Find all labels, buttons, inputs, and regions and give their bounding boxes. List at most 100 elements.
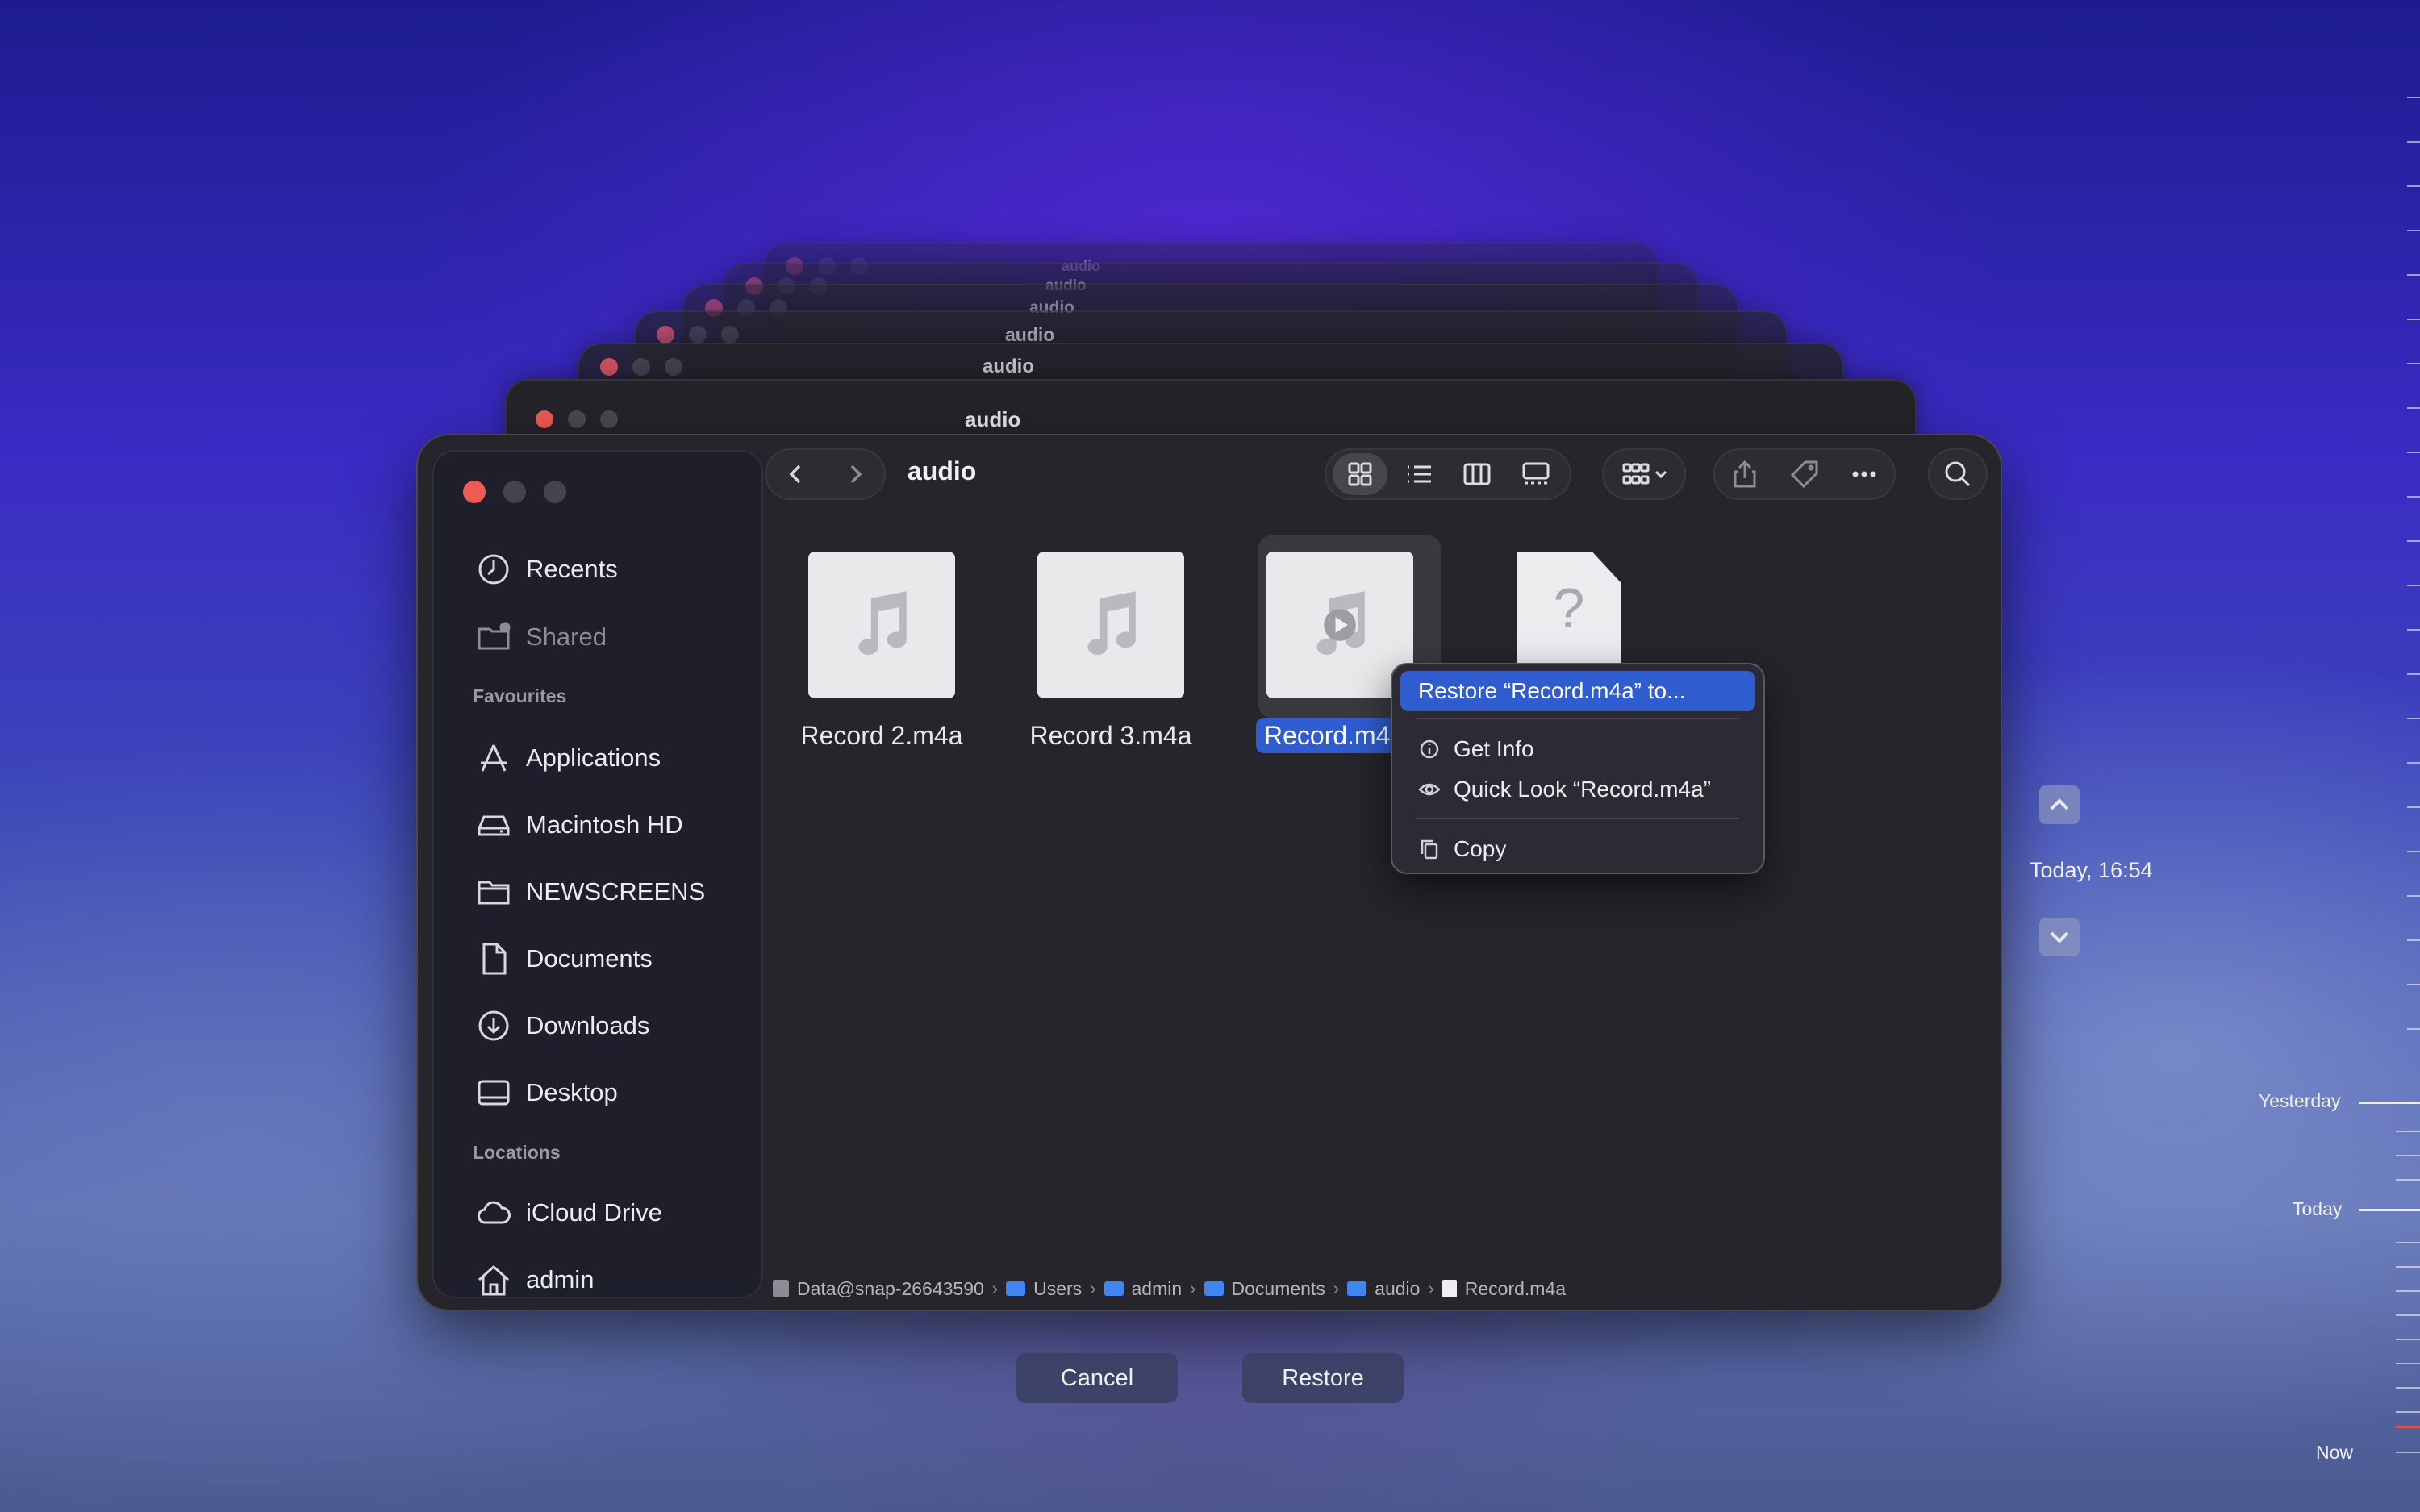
sidebar-item-documents[interactable]: Documents [476, 935, 653, 983]
timeline-tick [2396, 1411, 2420, 1413]
menu-item-label: Quick Look “Record.m4a” [1454, 777, 1712, 802]
path-bar: Data@snap-26643590 › Users › admin › Doc… [773, 1276, 1566, 1302]
list-view-button[interactable] [1392, 453, 1446, 495]
context-menu: Restore “Record.m4a” to... Get Info Quic… [1391, 663, 1765, 874]
tag-icon [1790, 460, 1818, 489]
timeline-tick [2396, 1314, 2420, 1316]
column-view-button[interactable] [1450, 453, 1504, 495]
minimize-button[interactable] [503, 481, 526, 503]
window-controls [463, 481, 566, 503]
finder-window: Recents Shared Favourites Applications M… [416, 434, 2002, 1311]
window-title: audio [908, 456, 977, 485]
hard-drive-icon [478, 815, 510, 836]
timeline-tick [2407, 762, 2420, 764]
favourites-header: Favourites [473, 685, 567, 706]
menu-separator [1417, 718, 1739, 719]
timeline-tick [2396, 1242, 2420, 1243]
chevron-right-icon: › [1333, 1278, 1340, 1298]
menu-item-copy[interactable]: Copy [1400, 829, 1755, 869]
tag-button[interactable] [1777, 453, 1832, 495]
menu-item-get-info[interactable]: Get Info [1400, 729, 1755, 769]
music-note-icon [1037, 552, 1184, 698]
timeline-tick [2407, 141, 2420, 143]
group-by-button[interactable] [1602, 448, 1686, 500]
timeline-tick [2407, 363, 2420, 364]
timeline-tick [2407, 806, 2420, 808]
menu-item-label: Restore “Record.m4a” to... [1418, 678, 1686, 703]
gallery-view-button[interactable] [1508, 453, 1563, 495]
sidebar-item-macintosh-hd[interactable]: Macintosh HD [476, 801, 683, 849]
timeline-label-today[interactable]: Today [2293, 1198, 2342, 1220]
timeline-tick [2396, 1339, 2420, 1340]
zoom-button[interactable] [544, 481, 566, 503]
navigation-buttons [765, 448, 886, 500]
timeline-tick [2407, 673, 2420, 675]
timeline-label-now[interactable]: Now [2316, 1442, 2353, 1464]
snapshot-title: audio [965, 406, 1021, 431]
cancel-button[interactable]: Cancel [1016, 1353, 1178, 1403]
timeline-tick [2407, 496, 2420, 498]
menu-item-quick-look[interactable]: Quick Look “Record.m4a” [1400, 769, 1755, 810]
sidebar-item-label: Macintosh HD [526, 810, 683, 839]
chevron-up-icon [2050, 798, 2069, 810]
chevron-right-icon: › [1190, 1278, 1196, 1298]
chevron-down-icon [2050, 931, 2069, 943]
sidebar-item-label: Shared [526, 623, 607, 651]
sidebar-item-icloud-drive[interactable]: iCloud Drive [476, 1189, 662, 1237]
sidebar-item-desktop[interactable]: Desktop [476, 1068, 618, 1117]
timeline-label-yesterday[interactable]: Yesterday [2259, 1090, 2340, 1112]
gallery-icon [1522, 462, 1550, 485]
close-button[interactable] [463, 481, 486, 503]
sidebar-item-label: admin [526, 1265, 595, 1293]
timeline-tick [2396, 1155, 2420, 1156]
file-name: Record 2.m4a [800, 721, 963, 750]
timeline-tick [2407, 319, 2420, 320]
eye-icon [1418, 778, 1441, 801]
back-icon[interactable] [784, 462, 808, 486]
timeline[interactable] [2339, 0, 2420, 1512]
chevron-down-icon [1654, 470, 1667, 479]
group-icon [1622, 463, 1650, 485]
desktop-icon [478, 1080, 510, 1106]
path-item[interactable]: admin [1104, 1278, 1182, 1300]
sidebar-item-label: NEWSCREENS [526, 877, 706, 906]
file-item[interactable]: Record 2.m4a [785, 552, 978, 751]
folder-icon [1347, 1281, 1367, 1296]
restore-button[interactable]: Restore [1242, 1353, 1404, 1403]
sidebar: Recents Shared Favourites Applications M… [432, 450, 763, 1298]
path-item[interactable]: Documents [1204, 1278, 1325, 1300]
previous-snapshot-button[interactable] [2039, 785, 2080, 824]
timeline-tick [2407, 1028, 2420, 1030]
path-item[interactable]: Record.m4a [1442, 1278, 1566, 1300]
path-item[interactable]: Users [1006, 1278, 1082, 1300]
next-snapshot-button[interactable] [2039, 918, 2080, 956]
timeline-tick [2407, 452, 2420, 453]
timeline-tick [2407, 895, 2420, 897]
disk-icon [773, 1280, 789, 1297]
search-button[interactable] [1928, 448, 1988, 500]
folder-icon [1204, 1281, 1224, 1296]
sidebar-item-admin[interactable]: admin [476, 1256, 594, 1304]
timeline-tick [2407, 585, 2420, 586]
timeline-tick [2407, 851, 2420, 852]
unknown-file-icon: ? [1517, 552, 1621, 664]
list-icon [1407, 465, 1431, 483]
more-button[interactable] [1837, 453, 1892, 495]
menu-item-restore-to[interactable]: Restore “Record.m4a” to... [1400, 671, 1755, 711]
sidebar-item-shared[interactable]: Shared [476, 613, 607, 661]
file-item[interactable]: Record 3.m4a [1014, 552, 1208, 751]
path-item[interactable]: audio [1347, 1278, 1420, 1300]
sidebar-item-recents[interactable]: Recents [476, 545, 618, 594]
folder-icon [478, 881, 510, 905]
path-item[interactable]: Data@snap-26643590 [773, 1278, 984, 1300]
sidebar-item-newscreens[interactable]: NEWSCREENS [476, 868, 705, 916]
document-icon [1442, 1280, 1457, 1297]
timeline-tick [2407, 718, 2420, 719]
icon-view-button[interactable] [1333, 453, 1388, 495]
sidebar-item-downloads[interactable]: Downloads [476, 1002, 649, 1050]
chevron-right-icon: › [1428, 1278, 1434, 1298]
share-button[interactable] [1717, 453, 1772, 495]
forward-icon[interactable] [843, 462, 867, 486]
sidebar-item-label: Desktop [526, 1078, 618, 1106]
sidebar-item-applications[interactable]: Applications [476, 734, 661, 782]
